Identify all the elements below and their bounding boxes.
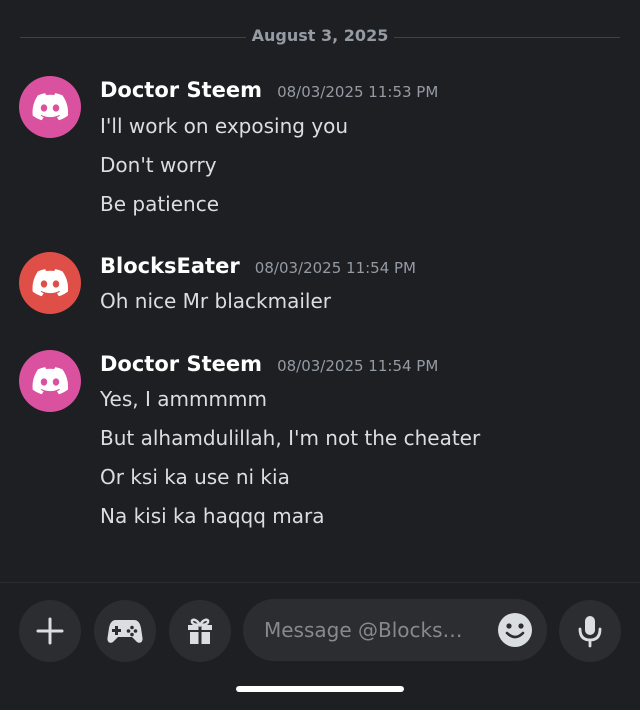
gamepad-icon: [107, 620, 143, 643]
message-group: Doctor Steem 08/03/2025 11:53 PM I'll wo…: [0, 76, 640, 226]
avatar[interactable]: [19, 252, 81, 314]
divider-line-left: [20, 37, 246, 38]
message-timestamp: 08/03/2025 11:53 PM: [277, 83, 439, 101]
author-name[interactable]: BlocksEater: [100, 254, 240, 278]
message-text: Na kisi ka haqqq mara: [100, 504, 325, 528]
add-attachment-button[interactable]: [19, 600, 81, 662]
message-timestamp: 08/03/2025 11:54 PM: [277, 357, 439, 375]
date-divider-label: August 3, 2025: [251, 26, 389, 45]
message-input[interactable]: Message @Blocks…: [243, 599, 547, 661]
microphone-icon: [578, 616, 602, 648]
message-input-placeholder: Message @Blocks…: [264, 618, 463, 642]
avatar[interactable]: [19, 76, 81, 138]
message-header: BlocksEater 08/03/2025 11:54 PM: [100, 254, 416, 284]
message-group: BlocksEater 08/03/2025 11:54 PM Oh nice …: [0, 252, 640, 322]
discord-logo-icon: [32, 269, 68, 297]
gift-icon: [188, 618, 212, 644]
discord-logo-icon: [32, 93, 68, 121]
divider-line-right: [394, 37, 620, 38]
message-timestamp: 08/03/2025 11:54 PM: [254, 259, 417, 277]
home-indicator[interactable]: [236, 686, 404, 692]
author-name[interactable]: Doctor Steem: [100, 352, 262, 376]
date-divider: August 3, 2025: [0, 24, 640, 50]
message-header: Doctor Steem 08/03/2025 11:53 PM: [100, 78, 438, 108]
discord-logo-icon: [32, 367, 68, 395]
author-name[interactable]: Doctor Steem: [100, 78, 262, 102]
message-text: I'll work on exposing you: [100, 114, 349, 138]
message-text: Be patience: [100, 192, 220, 216]
message-text: Don't worry: [100, 153, 217, 177]
message-header: Doctor Steem 08/03/2025 11:54 PM: [100, 352, 438, 382]
avatar[interactable]: [19, 350, 81, 412]
plus-icon: [36, 617, 64, 645]
message-text: Or ksi ka use ni kia: [100, 465, 290, 489]
gift-button[interactable]: [169, 600, 231, 662]
emoji-icon[interactable]: [497, 612, 533, 648]
message-text: Oh nice Mr blackmailer: [100, 289, 331, 313]
message-text: Yes, I ammmmm: [100, 387, 267, 411]
message-text: But alhamdulillah, I'm not the cheater: [100, 426, 481, 450]
activities-button[interactable]: [94, 600, 156, 662]
message-group: Doctor Steem 08/03/2025 11:54 PM Yes, I …: [0, 350, 640, 540]
voice-message-button[interactable]: [559, 600, 621, 662]
